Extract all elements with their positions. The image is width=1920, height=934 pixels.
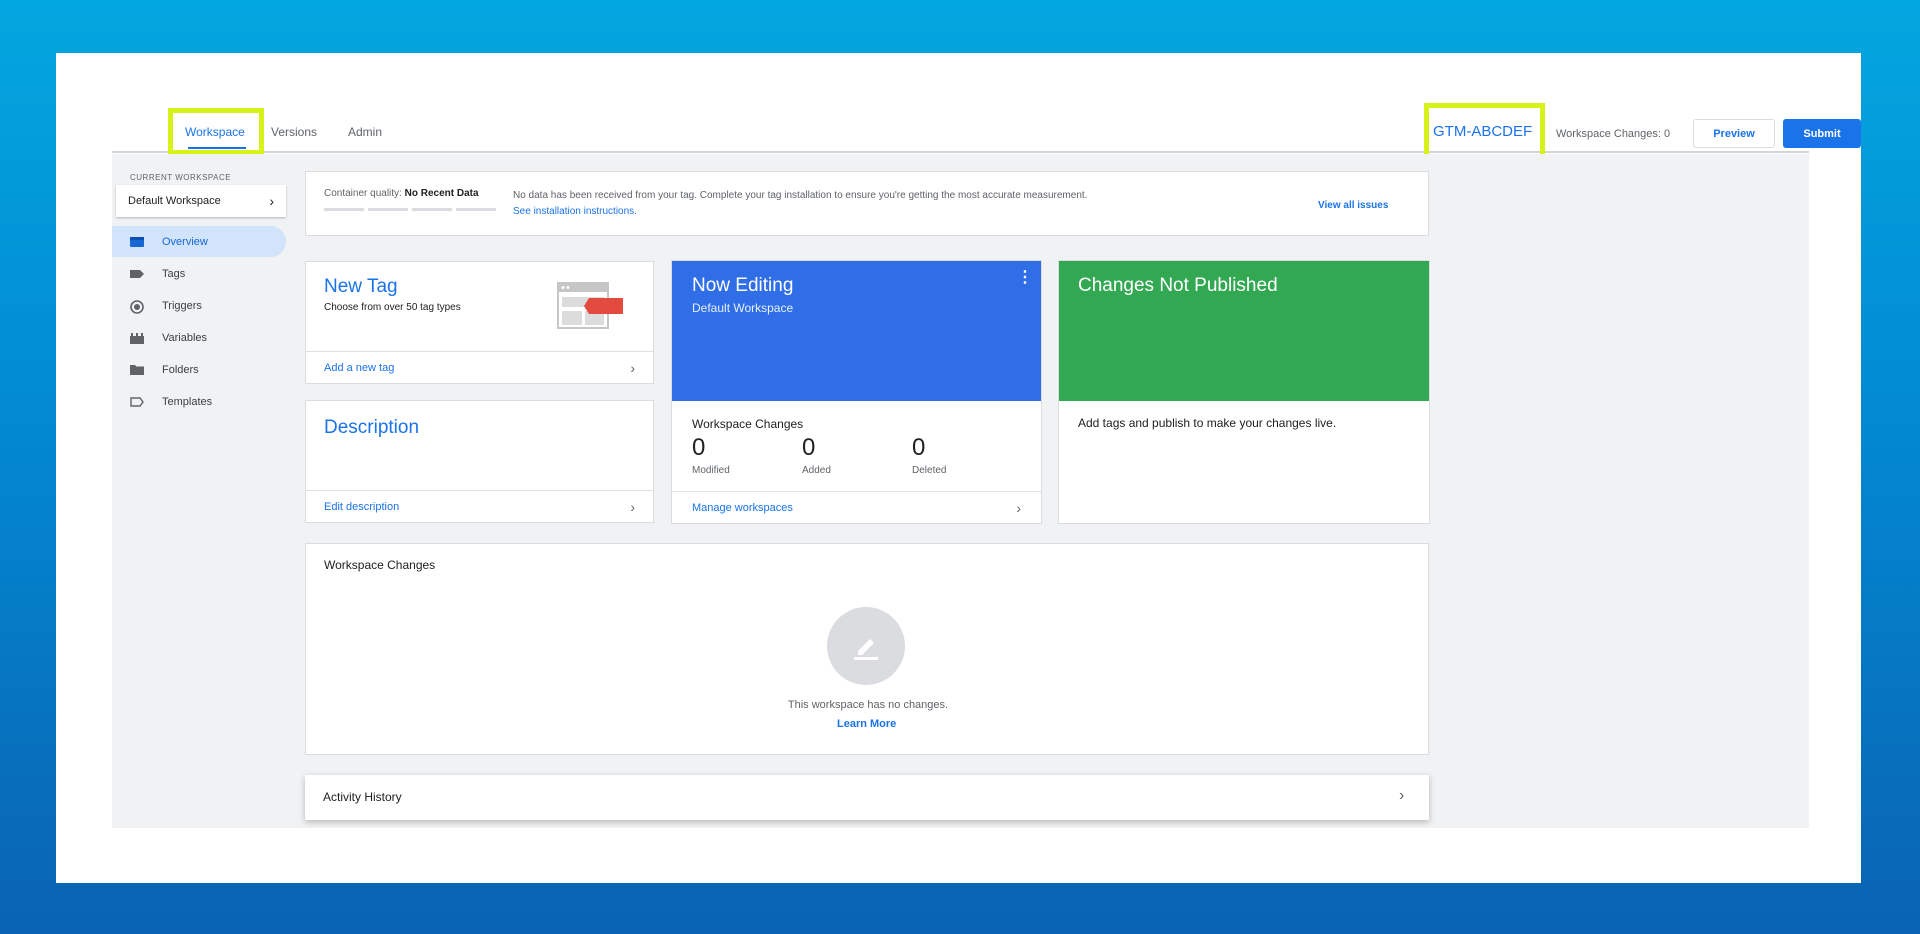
tab-versions[interactable]: Versions (271, 125, 317, 139)
empty-state-message: This workspace has no changes. (787, 699, 949, 711)
tag-icon (130, 268, 144, 280)
workspace-highlight-box (168, 108, 264, 155)
modified-label: Modified (692, 465, 730, 476)
now-editing-header: Now Editing Default Workspace ⋮ (672, 261, 1041, 401)
tab-admin[interactable]: Admin (348, 125, 382, 139)
chevron-right-icon: › (269, 193, 274, 209)
now-editing-title: Now Editing (692, 275, 794, 296)
quality-bar-segment (324, 208, 364, 211)
sidebar-item-folders[interactable]: Folders (112, 354, 286, 385)
quality-bar-segment (412, 208, 452, 211)
trigger-icon (130, 299, 144, 314)
quality-bar-segment (456, 208, 496, 211)
workspace-changes-title: Workspace Changes (692, 417, 804, 431)
submit-button[interactable]: Submit (1783, 119, 1861, 148)
quality-label-text: Container quality: (324, 188, 402, 199)
manage-workspaces-label: Manage workspaces (692, 501, 793, 514)
current-workspace-name: Default Workspace (128, 195, 221, 207)
more-vert-icon[interactable]: ⋮ (1017, 270, 1033, 286)
edit-description-link[interactable]: Edit description › (306, 490, 653, 522)
quality-bar-segment (368, 208, 408, 211)
sidebar-item-label: Folders (162, 363, 199, 376)
workspace-changes-panel: Workspace Changes This workspace has no … (305, 543, 1429, 755)
chevron-right-icon: › (630, 498, 635, 515)
add-new-tag-link[interactable]: Add a new tag › (306, 351, 653, 383)
sidebar-item-variables[interactable]: Variables (112, 322, 286, 353)
edit-pencil-icon (827, 607, 905, 685)
now-editing-workspace: Default Workspace (692, 301, 794, 315)
tag-illustration-icon (557, 282, 625, 335)
description-title: Description (324, 417, 420, 438)
view-all-issues-link[interactable]: View all issues (1318, 200, 1388, 211)
main-content: CURRENT WORKSPACE Default Workspace › Ov… (112, 154, 1809, 828)
quality-message: No data has been received from your tag.… (513, 190, 1088, 201)
preview-button[interactable]: Preview (1693, 119, 1775, 148)
sidebar-item-label: Templates (162, 395, 213, 408)
chevron-right-icon: › (1399, 787, 1405, 804)
sidebar-item-label: Variables (162, 331, 208, 344)
sidebar-item-templates[interactable]: Templates (112, 386, 286, 417)
overview-icon (130, 236, 144, 248)
now-editing-card: Now Editing Default Workspace ⋮ Workspac… (672, 261, 1041, 523)
sidebar-item-label: Triggers (162, 299, 202, 312)
changes-not-published-body: Add tags and publish to make your change… (1078, 416, 1337, 430)
sidebar-item-tags[interactable]: Tags (112, 258, 286, 289)
added-label: Added (802, 465, 831, 476)
container-id-highlight-box (1424, 103, 1545, 160)
workspace-changes-count: Workspace Changes: 0 (1556, 128, 1671, 140)
add-new-tag-label: Add a new tag (324, 361, 395, 374)
deleted-label: Deleted (912, 465, 947, 476)
container-quality-label: Container quality: No Recent Data (324, 188, 479, 199)
edit-description-label: Edit description (324, 500, 400, 513)
new-tag-subtitle: Choose from over 50 tag types (324, 302, 461, 313)
deleted-count: 0 (912, 434, 926, 461)
quality-status: No Recent Data (404, 188, 479, 199)
changes-not-published-header: Changes Not Published (1059, 261, 1429, 401)
sidebar-item-label: Tags (162, 267, 186, 280)
sidebar-item-overview[interactable]: Overview (112, 226, 286, 257)
changes-not-published-title: Changes Not Published (1078, 275, 1278, 296)
app-frame: Workspace Versions Admin GTM-ABCDEF Work… (56, 53, 1861, 883)
new-tag-card[interactable]: New Tag Choose from over 50 tag types Ad… (305, 261, 654, 384)
changes-not-published-card: Changes Not Published Add tags and publi… (1059, 261, 1429, 523)
template-icon (130, 396, 144, 408)
added-count: 0 (802, 434, 816, 461)
variables-icon (130, 332, 144, 344)
sidebar-item-triggers[interactable]: Triggers (112, 290, 286, 321)
chevron-right-icon: › (630, 359, 635, 376)
current-workspace-label: CURRENT WORKSPACE (130, 173, 232, 182)
activity-history-row[interactable]: Activity History › (305, 775, 1429, 820)
activity-history-title: Activity History (323, 790, 402, 804)
workspace-selector[interactable]: Default Workspace › (116, 185, 286, 217)
workspace-changes-heading: Workspace Changes (324, 558, 436, 572)
container-quality-card: Container quality: No Recent Data No dat… (305, 171, 1429, 236)
installation-instructions-link[interactable]: See installation instructions. (513, 206, 637, 217)
folder-icon (130, 364, 144, 376)
sidebar-item-label: Overview (162, 235, 208, 248)
description-card: Description Edit description › (305, 400, 654, 523)
modified-count: 0 (692, 434, 706, 461)
manage-workspaces-link[interactable]: Manage workspaces › (672, 491, 1041, 523)
top-navigation: Workspace Versions Admin GTM-ABCDEF Work… (112, 53, 1861, 160)
chevron-right-icon: › (1016, 499, 1021, 516)
new-tag-title: New Tag (324, 276, 398, 297)
learn-more-link[interactable]: Learn More (837, 718, 896, 730)
